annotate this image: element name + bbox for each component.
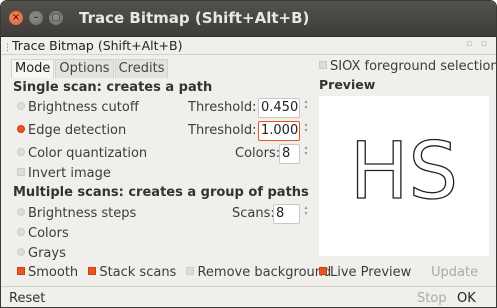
dock-title: ⋮Trace Bitmap (Shift+Alt+B) — [3, 38, 182, 53]
invert-image-checkbox[interactable]: Invert image — [17, 164, 111, 184]
preview-canvas: HS — [319, 96, 489, 256]
radio-icon — [17, 148, 25, 156]
window-title: Trace Bitmap (Shift+Alt+B) — [79, 9, 310, 27]
dock-header[interactable]: ⋮Trace Bitmap (Shift+Alt+B) ▫ ▫ — [1, 37, 496, 55]
brightness-cutoff-label: Brightness cutoff — [28, 100, 139, 115]
spinner-arrows-icon[interactable]: ▴ ▾ — [303, 145, 309, 163]
checkbox-icon — [17, 168, 25, 176]
stack-scans-checkbox[interactable]: Stack scans — [88, 265, 176, 280]
live-preview-label: Live Preview — [330, 265, 412, 280]
radio-icon — [17, 102, 25, 110]
stop-button[interactable]: Stop — [413, 288, 451, 307]
invert-image-label: Invert image — [28, 166, 111, 181]
tab-mode[interactable]: Mode — [11, 59, 55, 78]
color-quantization-radio[interactable]: Color quantization — [17, 144, 147, 164]
edge-detection-label: Edge detection — [28, 123, 127, 138]
siox-checkbox[interactable]: SIOX foreground selection — [319, 58, 497, 76]
remove-background-checkbox[interactable]: Remove background — [186, 265, 331, 280]
colors-count-label: Colors: — [235, 146, 281, 161]
checkbox-checked-icon — [17, 267, 25, 275]
minimize-icon[interactable]: – — [29, 11, 43, 25]
multiple-scans-heading: Multiple scans: creates a group of paths — [13, 185, 309, 200]
title-bar[interactable]: × – □ Trace Bitmap (Shift+Alt+B) — [1, 1, 496, 37]
maximize-icon[interactable]: □ — [49, 11, 63, 25]
stack-scans-label: Stack scans — [99, 265, 177, 280]
grays-label: Grays — [28, 246, 66, 261]
brightness-steps-radio[interactable]: Brightness steps — [17, 204, 136, 224]
radio-icon — [17, 248, 25, 256]
edge-threshold-label: Threshold: — [188, 123, 257, 138]
colors-count-input[interactable]: 8 — [279, 144, 300, 164]
preview-heading: Preview — [319, 77, 376, 92]
spinner-arrows-icon[interactable]: ▴ ▾ — [303, 122, 309, 140]
checkbox-checked-icon — [319, 267, 327, 275]
grays-radio[interactable]: Grays — [17, 244, 66, 264]
siox-label: SIOX foreground selection — [330, 59, 497, 74]
tab-credits[interactable]: Credits — [114, 59, 169, 78]
radio-selected-icon — [17, 125, 25, 133]
close-icon[interactable]: × — [9, 11, 23, 25]
brightness-threshold-input[interactable]: 0.450 — [258, 98, 300, 118]
brightness-cutoff-radio[interactable]: Brightness cutoff — [17, 98, 139, 118]
reset-button[interactable]: Reset — [5, 288, 49, 307]
grip-icon: ⋮ — [3, 43, 12, 53]
dock-title-label: Trace Bitmap (Shift+Alt+B) — [12, 38, 183, 53]
smooth-label: Smooth — [28, 265, 79, 280]
edge-threshold-input[interactable]: 1.000 — [258, 121, 300, 141]
smooth-checkbox[interactable]: Smooth — [17, 265, 78, 280]
radio-icon — [17, 228, 25, 236]
dock-controls-icon[interactable]: ▫ ▫ — [466, 39, 490, 49]
colors-radio[interactable]: Colors — [17, 224, 69, 244]
ok-button[interactable]: OK — [453, 288, 480, 307]
scan-options-row: Smooth Stack scans Remove background — [17, 263, 337, 283]
action-bar: Reset Stop OK — [1, 286, 496, 307]
single-scan-heading: Single scan: creates a path — [13, 80, 213, 95]
scans-count-input[interactable]: 8 — [273, 204, 300, 224]
brightness-threshold-label: Threshold: — [188, 100, 257, 115]
spinner-arrows-icon[interactable]: ▴ ▾ — [303, 205, 309, 223]
tab-options[interactable]: Options — [55, 59, 114, 78]
brightness-steps-label: Brightness steps — [28, 206, 137, 221]
scans-count-label: Scans: — [232, 206, 275, 221]
spinner-arrows-icon[interactable]: ▴ ▾ — [303, 99, 309, 117]
trace-bitmap-window: × – □ Trace Bitmap (Shift+Alt+B) ⋮Trace … — [0, 0, 497, 308]
preview-traced-text: HS — [350, 127, 458, 217]
edge-detection-radio[interactable]: Edge detection — [17, 121, 126, 141]
checkbox-icon — [319, 61, 327, 69]
preview-image: HS — [349, 126, 458, 217]
checkbox-checked-icon — [88, 267, 97, 275]
update-button[interactable]: Update — [431, 263, 478, 283]
remove-background-label: Remove background — [197, 265, 332, 280]
color-quantization-label: Color quantization — [28, 146, 148, 161]
tab-bar: Mode Options Credits — [11, 59, 169, 78]
live-preview-checkbox[interactable]: Live Preview — [319, 263, 411, 283]
colors-label: Colors — [28, 226, 69, 241]
radio-icon — [17, 208, 25, 216]
checkbox-icon — [186, 267, 195, 275]
